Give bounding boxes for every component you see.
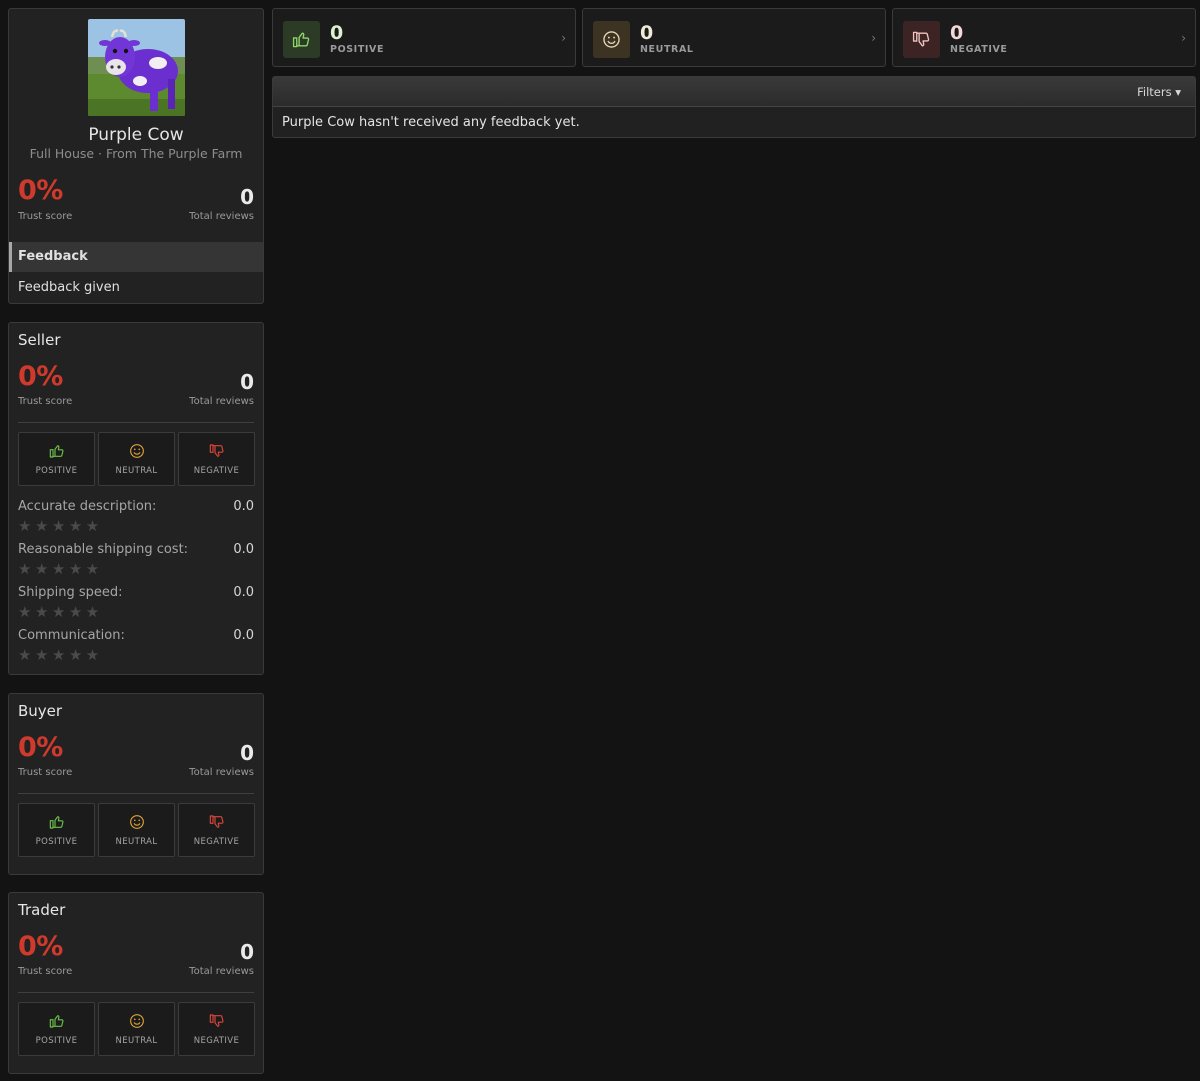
buyer-title: Buyer [18,702,63,720]
avatar [88,19,185,116]
buyer-trust-score-value: 0% [18,732,63,763]
smiley-icon [129,443,145,459]
profile-card: Purple Cow Full House · From The Purple … [8,8,264,304]
smiley-icon [602,30,621,49]
seller-total-reviews-label: Total reviews [189,396,254,407]
rating-value-shipping-cost: 0.0 [233,542,254,557]
chevron-right-icon: › [871,31,876,45]
buyer-card: Buyer 0% Trust score 0 Total reviews POS… [8,693,264,875]
rating-value-communication: 0.0 [233,628,254,643]
buyer-total-reviews-value: 0 [240,741,254,765]
summary-neutral[interactable]: 0 NEUTRAL › [582,8,886,67]
negative-label: NEGATIVE [193,1036,240,1046]
neutral-label: NEUTRAL [115,837,158,847]
feedback-list: Filters ▾ Purple Cow hasn't received any… [272,76,1196,138]
trust-score-label: Trust score [18,211,73,222]
profile-name: Purple Cow [88,125,184,145]
trader-total-reviews-value: 0 [240,940,254,964]
buyer-negative-button[interactable]: NEGATIVE [178,803,255,857]
negative-label: NEGATIVE [193,466,240,476]
buyer-neutral-button[interactable]: NEUTRAL [98,803,175,857]
chevron-right-icon: › [1181,31,1186,45]
chevron-right-icon: › [561,31,566,45]
star-rating-icon: ★★★★★ [18,517,103,535]
seller-positive-button[interactable]: POSITIVE [18,432,95,486]
neutral-label: NEUTRAL [115,1036,158,1046]
negative-icon-box [903,21,940,58]
star-rating-icon: ★★★★★ [18,646,103,664]
empty-feedback-message: Purple Cow hasn't received any feedback … [282,115,580,130]
trader-card: Trader 0% Trust score 0 Total reviews PO… [8,892,264,1074]
trader-neutral-button[interactable]: NEUTRAL [98,1002,175,1056]
thumbs-up-icon [49,443,65,459]
negative-label: NEGATIVE [950,44,1008,55]
filters-dropdown[interactable]: Filters ▾ [1137,85,1181,99]
summary-positive[interactable]: 0 POSITIVE › [272,8,576,67]
trader-positive-button[interactable]: POSITIVE [18,1002,95,1056]
seller-title: Seller [18,331,61,349]
neutral-count: 0 [640,22,654,44]
profile-tagline: Full House · From The Purple Farm [29,146,243,161]
smiley-icon [129,1013,145,1029]
seller-negative-button[interactable]: NEGATIVE [178,432,255,486]
thumbs-down-icon [209,1013,225,1029]
thumbs-down-icon [912,30,931,49]
negative-label: NEGATIVE [193,837,240,847]
divider [18,422,254,423]
positive-label: POSITIVE [35,1036,78,1046]
buyer-trust-score-label: Trust score [18,767,73,778]
negative-count: 0 [950,22,964,44]
seller-total-reviews-value: 0 [240,370,254,394]
seller-trust-score-label: Trust score [18,396,73,407]
neutral-label: NEUTRAL [115,466,158,476]
buyer-total-reviews-label: Total reviews [189,767,254,778]
thumbs-up-icon [49,814,65,830]
trust-score-value: 0% [18,175,63,206]
summary-negative[interactable]: 0 NEGATIVE › [892,8,1196,67]
rating-label-shipping-speed: Shipping speed: [18,585,123,600]
rating-value-shipping-speed: 0.0 [233,585,254,600]
rating-label-shipping-cost: Reasonable shipping cost: [18,542,189,557]
thumbs-up-icon [292,30,311,49]
neutral-label: NEUTRAL [640,44,694,55]
seller-card: Seller 0% Trust score 0 Total reviews PO… [8,322,264,675]
divider [18,793,254,794]
trader-negative-button[interactable]: NEGATIVE [178,1002,255,1056]
positive-label: POSITIVE [330,44,385,55]
thumbs-down-icon [209,814,225,830]
total-reviews-value: 0 [240,185,254,209]
menu-item-feedback-given[interactable]: Feedback given [9,273,263,303]
positive-count: 0 [330,22,344,44]
trader-title: Trader [18,901,66,919]
trader-total-reviews-label: Total reviews [189,966,254,977]
divider [18,992,254,993]
smiley-icon [129,814,145,830]
positive-label: POSITIVE [35,466,78,476]
positive-label: POSITIVE [35,837,78,847]
seller-trust-score-value: 0% [18,361,63,392]
buyer-positive-button[interactable]: POSITIVE [18,803,95,857]
neutral-icon-box [593,21,630,58]
rating-label-accurate-description: Accurate description: [18,499,157,514]
thumbs-up-icon [49,1013,65,1029]
thumbs-down-icon [209,443,225,459]
menu-item-feedback[interactable]: Feedback [9,242,263,272]
rating-label-communication: Communication: [18,628,125,643]
rating-value-accurate-description: 0.0 [233,499,254,514]
trader-trust-score-value: 0% [18,931,63,962]
total-reviews-label: Total reviews [189,211,254,222]
trader-trust-score-label: Trust score [18,966,73,977]
seller-neutral-button[interactable]: NEUTRAL [98,432,175,486]
feedback-list-header: Filters ▾ [273,77,1195,107]
star-rating-icon: ★★★★★ [18,603,103,621]
star-rating-icon: ★★★★★ [18,560,103,578]
positive-icon-box [283,21,320,58]
